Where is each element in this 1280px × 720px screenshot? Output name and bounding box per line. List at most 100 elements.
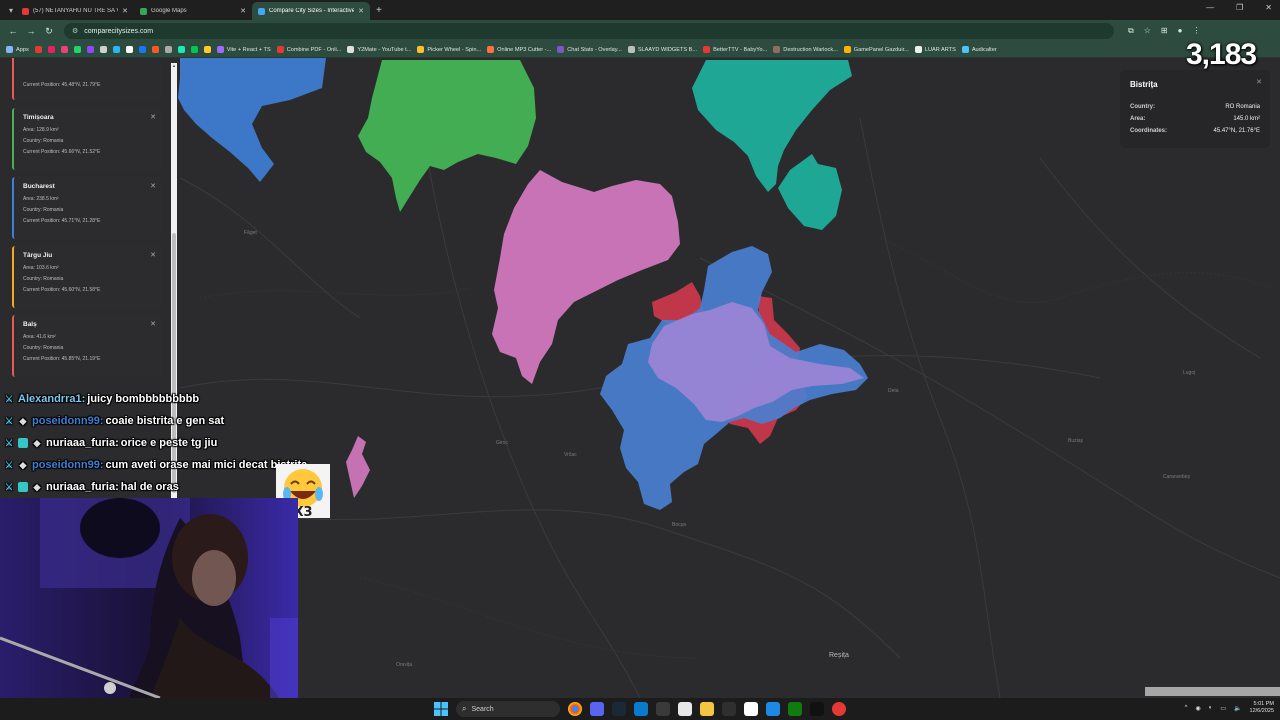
xbox-icon[interactable]: [788, 702, 802, 716]
bookmark-icon[interactable]: [112, 46, 120, 53]
discord-icon[interactable]: [590, 702, 604, 716]
bookmark-mp3-cutter[interactable]: Online MP3 Cutter -...: [487, 46, 551, 53]
remove-city-icon[interactable]: ✕: [150, 182, 156, 190]
bookmarks-bar: Apps Vite + React + TS Combine PDF - Onl…: [0, 42, 1280, 58]
minimize-icon[interactable]: —: [1206, 3, 1214, 12]
tab-search-icon[interactable]: ▾: [6, 5, 16, 15]
tray-app-icon[interactable]: ◉: [1196, 705, 1201, 712]
bookmark-icon[interactable]: [190, 46, 198, 53]
bookmark-betterttv[interactable]: BetterTTV - BabyYo...: [703, 46, 767, 53]
chat-text: juicy bombbbbbbbbb: [87, 393, 200, 405]
obs-icon[interactable]: [832, 702, 846, 716]
profile-icon[interactable]: ●: [1178, 26, 1183, 36]
taskbar-search[interactable]: ⌕ Search: [456, 701, 560, 717]
reload-icon[interactable]: ↻: [44, 26, 54, 37]
bookmark-chat-stats[interactable]: Chat Stats - Overlay...: [557, 46, 622, 53]
app-icon[interactable]: [766, 702, 780, 716]
capcut-icon[interactable]: [678, 702, 692, 716]
tray-chevron-icon[interactable]: ^: [1185, 705, 1188, 711]
browser-tab-google-maps[interactable]: Google Maps ✕: [134, 2, 252, 20]
gem-badge-icon: ◆: [19, 460, 27, 470]
app-icon[interactable]: [722, 702, 736, 716]
bookmark-combine-pdf[interactable]: Combine PDF - Onli...: [276, 46, 341, 53]
subscriber-badge-icon: [18, 482, 28, 492]
bookmark-y2mate[interactable]: Y2Mate - YouTube t...: [347, 46, 411, 53]
remove-city-icon[interactable]: ✕: [150, 320, 156, 328]
app-icon[interactable]: [810, 702, 824, 716]
info-row-coordinates: Coordinates: 45.47°N, 21.76°E: [1130, 128, 1260, 134]
new-tab-icon[interactable]: +: [376, 5, 382, 16]
city-card-timisoara[interactable]: Timișoara Area: 128.9 km² Country: Roman…: [12, 108, 162, 170]
bookmark-icon[interactable]: [60, 46, 68, 53]
close-window-icon[interactable]: ✕: [1265, 3, 1272, 12]
bookmark-audicalter[interactable]: Audicalter: [961, 46, 997, 53]
bookmark-icon[interactable]: [86, 46, 94, 53]
bookmark-slaayd[interactable]: SLAAYD WIDGETS B...: [627, 46, 697, 53]
chat-username: nuriaaa_furia:: [46, 481, 119, 493]
map-place-label: Bocșa: [672, 522, 686, 528]
clock[interactable]: 5:01 PM 12/6/2025: [1250, 701, 1274, 715]
tab-title: Compare City Sizes - Interactive: [269, 8, 355, 14]
city-card-partial[interactable]: Current Position: 45.48°N, 21.79°E: [12, 58, 162, 100]
search-label: Search: [471, 705, 494, 713]
bookmark-luar-arts[interactable]: LUAR ARTS: [914, 46, 956, 53]
remove-city-icon[interactable]: ✕: [150, 251, 156, 259]
close-info-icon[interactable]: ✕: [1256, 78, 1262, 86]
network-icon[interactable]: ▭: [1220, 705, 1226, 712]
file-explorer-icon[interactable]: [700, 702, 714, 716]
bookmark-icon[interactable]: [138, 46, 146, 53]
bookmark-icon[interactable]: [73, 46, 81, 53]
map-place-label: Făget: [244, 230, 257, 236]
bookmark-star-icon[interactable]: ☆: [1144, 26, 1151, 36]
vscode-icon[interactable]: [634, 702, 648, 716]
bookmark-destruction-warlock[interactable]: Destruction Warlock...: [773, 46, 838, 53]
chat-text: orice e peste tg jiu: [120, 437, 218, 449]
windows-start-icon[interactable]: [434, 702, 448, 716]
address-bar[interactable]: ⚙ comparecitysizes.com: [64, 23, 1114, 39]
bookmark-icon[interactable]: [34, 46, 42, 53]
city-card-bucharest[interactable]: Bucharest Area: 238.5 km² Country: Roman…: [12, 177, 162, 239]
tab-close-icon[interactable]: ✕: [122, 7, 128, 15]
chrome-icon[interactable]: [568, 702, 582, 716]
app-icon[interactable]: [744, 702, 758, 716]
road-line: [299, 509, 901, 659]
bookmark-icon[interactable]: [164, 46, 172, 53]
clock-date: 12/6/2025: [1249, 708, 1274, 714]
extensions-icon[interactable]: ⊞: [1161, 26, 1168, 36]
sword-badge-icon: ⚔: [4, 416, 14, 426]
steam-icon[interactable]: [612, 702, 626, 716]
tray-app-icon[interactable]: ◐: [1209, 705, 1213, 711]
remove-city-icon[interactable]: ✕: [150, 113, 156, 121]
tab-close-icon[interactable]: ✕: [240, 7, 246, 15]
city-card-bals[interactable]: Balș Area: 41.6 km² Country: Romania Cur…: [12, 315, 162, 377]
browser-tab-compare-city-sizes[interactable]: Compare City Sizes - Interactive ✕: [252, 2, 370, 20]
browser-tab-youtube[interactable]: (57) NETANYAHU NU TRE SA V... ✕: [16, 2, 134, 20]
maximize-icon[interactable]: ❐: [1236, 3, 1243, 12]
city-card-targu-jiu[interactable]: Târgu Jiu Area: 103.6 km² Country: Roman…: [12, 246, 162, 308]
site-info-icon[interactable]: ⚙: [72, 27, 78, 35]
bookmark-icon[interactable]: [47, 46, 55, 53]
bookmark-picker-wheel[interactable]: Picker Wheel - Spin...: [417, 46, 481, 53]
back-icon[interactable]: ←: [8, 26, 18, 36]
chat-username: poseidonn99:: [32, 459, 104, 471]
menu-icon[interactable]: ⋮: [1192, 26, 1200, 36]
city-position: Current Position: 45.85°N, 21.19°E: [23, 356, 101, 362]
tab-close-icon[interactable]: ✕: [358, 7, 364, 15]
map-horizontal-scrollbar[interactable]: [1145, 687, 1280, 696]
bookmark-icon[interactable]: [203, 46, 211, 53]
bookmark-gamepanel[interactable]: GamePanel Gazduir...: [843, 46, 909, 53]
tab-title: Google Maps: [151, 8, 187, 14]
city-name: Balș: [23, 321, 37, 328]
bookmark-vite[interactable]: Vite + React + TS: [216, 46, 271, 53]
city-list-panel: Current Position: 45.48°N, 21.79°E Timiș…: [10, 58, 165, 382]
bookmark-icon[interactable]: [151, 46, 159, 53]
volume-icon[interactable]: 🔈: [1234, 705, 1241, 712]
scroll-up-arrow-icon[interactable]: ▲: [171, 63, 177, 71]
calculator-icon[interactable]: [656, 702, 670, 716]
bookmark-icon[interactable]: [99, 46, 107, 53]
bookmark-icon[interactable]: [177, 46, 185, 53]
bookmark-icon[interactable]: [125, 46, 133, 53]
forward-icon[interactable]: →: [26, 26, 36, 36]
bookmark-apps[interactable]: Apps: [6, 46, 29, 53]
install-icon[interactable]: ⧉: [1128, 26, 1134, 36]
